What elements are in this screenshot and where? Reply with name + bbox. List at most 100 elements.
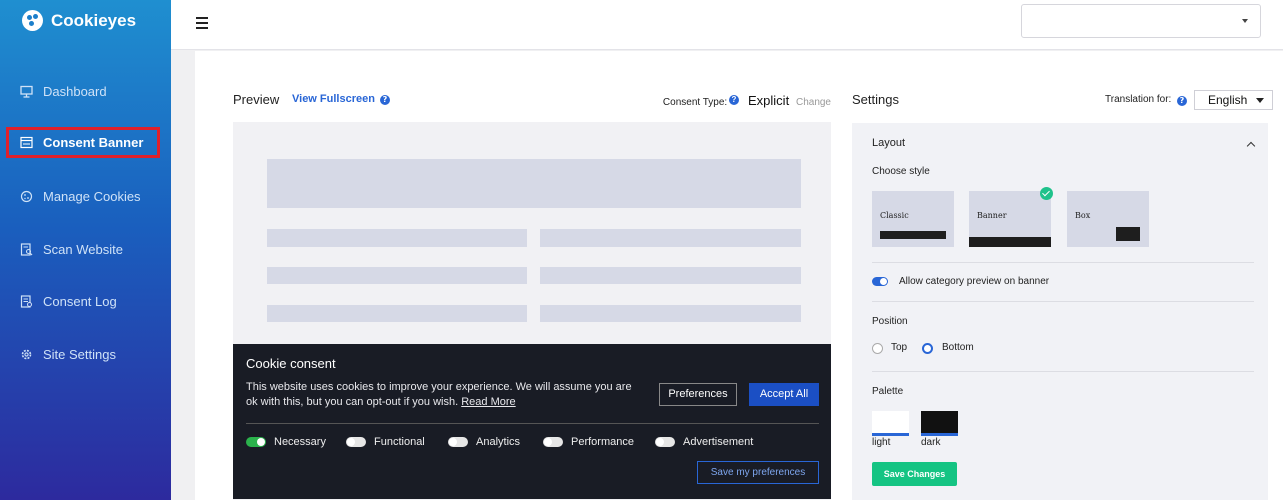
sidebar-item-dashboard[interactable]: Dashboard: [6, 76, 160, 107]
palette-label: Palette: [872, 386, 904, 397]
help-icon[interactable]: ?: [1177, 96, 1187, 106]
position-radio-bottom[interactable]: [922, 343, 933, 354]
sidebar-item-label: Site Settings: [43, 347, 116, 362]
palette-swatch-dark[interactable]: [921, 411, 958, 436]
banner-message: This website uses cookies to improve you…: [246, 381, 632, 408]
window-icon: [20, 136, 33, 149]
save-changes-button[interactable]: Save Changes: [872, 462, 957, 486]
gear-icon: [20, 348, 33, 361]
scan-icon: [20, 243, 33, 256]
accept-all-button[interactable]: Accept All: [749, 383, 819, 406]
style-option-banner[interactable]: Banner: [969, 187, 1053, 247]
category-label: Performance: [571, 436, 634, 448]
position-label-bottom: Bottom: [942, 342, 974, 353]
monitor-icon: [20, 85, 33, 98]
category-preview-label: Allow category preview on banner: [899, 276, 1050, 287]
layout-heading: Layout: [872, 137, 906, 149]
sidebar-item-label: Scan Website: [43, 242, 123, 257]
sidebar-item-manage-cookies[interactable]: Manage Cookies: [6, 181, 160, 212]
cookie-icon: [20, 190, 33, 203]
help-icon[interactable]: ?: [728, 95, 739, 105]
toggle-switch[interactable]: [543, 437, 563, 447]
translation-label: Translation for:: [1105, 94, 1171, 105]
position-label: Position: [872, 316, 908, 327]
banner-text: This website uses cookies to improve you…: [246, 380, 636, 410]
language-value: English: [1208, 93, 1248, 107]
consent-type: Consent Type: ? Explicit Change: [663, 93, 831, 108]
style-option-box[interactable]: Box: [1067, 191, 1149, 247]
check-icon: [1040, 187, 1053, 200]
app-name: Cookieyes: [51, 10, 137, 30]
consent-type-label: Consent Type:: [662, 97, 728, 108]
position-label-top: Top: [891, 342, 908, 353]
site-select[interactable]: [1021, 4, 1261, 38]
category-label: Analytics: [476, 436, 521, 448]
category-label: Functional: [374, 436, 425, 448]
placeholder-block: [267, 267, 527, 284]
sidebar: Cookieyes Dashboard Consent Banner Manag…: [0, 0, 171, 500]
main-panel: Preview View Fullscreen ? Consent Type: …: [195, 51, 1283, 500]
app-logo[interactable]: Cookieyes: [22, 10, 136, 31]
help-icon[interactable]: ?: [380, 95, 390, 105]
placeholder-block: [267, 305, 527, 322]
toggle-switch[interactable]: [655, 437, 675, 447]
log-icon: [20, 295, 33, 308]
translation-label-text: Translation for:: [1105, 94, 1172, 105]
category-toggle-performance[interactable]: Performance: [543, 436, 634, 448]
style-label: Classic: [880, 211, 909, 220]
placeholder-block: [267, 159, 801, 208]
palette-swatch-light[interactable]: [872, 411, 909, 436]
topbar: [171, 0, 1283, 50]
view-fullscreen-link[interactable]: View Fullscreen: [292, 93, 375, 105]
placeholder-block: [540, 267, 801, 284]
placeholder-block: [540, 305, 801, 322]
position-radio-top[interactable]: [872, 343, 883, 354]
sidebar-item-consent-log[interactable]: Consent Log: [6, 286, 160, 317]
category-toggle-analytics[interactable]: Analytics: [448, 436, 520, 448]
menu-toggle-icon[interactable]: [196, 17, 208, 29]
sidebar-item-scan-website[interactable]: Scan Website: [6, 234, 160, 265]
settings-title: Settings: [852, 92, 899, 107]
consent-type-value: Explicit: [748, 93, 790, 108]
toggle-switch[interactable]: [346, 437, 366, 447]
style-label: Box: [1075, 211, 1091, 220]
sidebar-item-label: Consent Log: [43, 294, 117, 309]
preview-header: Preview View Fullscreen ? Consent Type: …: [233, 91, 831, 109]
placeholder-block: [540, 229, 801, 247]
category-preview-toggle[interactable]: [872, 277, 888, 286]
category-toggle-necessary[interactable]: Necessary: [246, 436, 326, 448]
category-toggle-advertisement[interactable]: Advertisement: [655, 436, 753, 448]
category-toggle-functional[interactable]: Functional: [346, 436, 425, 448]
toggle-switch[interactable]: [246, 437, 266, 447]
divider: [246, 423, 819, 424]
toggle-switch[interactable]: [448, 437, 468, 447]
caret-down-icon: [1256, 98, 1264, 103]
preview-title: Preview: [233, 92, 280, 107]
save-preferences-button[interactable]: Save my preferences: [697, 461, 819, 484]
style-label: Banner: [977, 211, 1007, 220]
cookie-consent-banner: Cookie consent This website uses cookies…: [233, 344, 831, 499]
read-more-link[interactable]: Read More: [461, 396, 515, 408]
divider: [872, 301, 1254, 302]
divider: [872, 262, 1254, 263]
chevron-down-icon: [1242, 19, 1248, 23]
style-option-classic[interactable]: Classic: [872, 191, 954, 247]
sidebar-item-site-settings[interactable]: Site Settings: [6, 339, 160, 370]
sidebar-item-label: Dashboard: [43, 84, 107, 99]
style-preview-box: [1116, 227, 1140, 241]
banner-title: Cookie consent: [246, 356, 336, 371]
settings-panel: Layout Choose style Classic Banner Box A…: [852, 123, 1268, 500]
placeholder-block: [267, 229, 527, 247]
chevron-up-icon[interactable]: [1246, 141, 1256, 151]
choose-style-label: Choose style: [872, 166, 930, 177]
sidebar-item-label: Manage Cookies: [43, 189, 141, 204]
style-preview-bar: [880, 231, 946, 239]
palette-label-light: light: [872, 437, 891, 448]
language-select[interactable]: English: [1194, 90, 1273, 110]
sidebar-item-consent-banner[interactable]: Consent Banner: [6, 127, 160, 158]
change-consent-type-link[interactable]: Change: [796, 97, 831, 108]
palette-label-dark: dark: [921, 437, 941, 448]
style-preview-bar: [969, 237, 1051, 247]
category-label: Necessary: [274, 436, 326, 448]
preferences-button[interactable]: Preferences: [659, 383, 737, 406]
